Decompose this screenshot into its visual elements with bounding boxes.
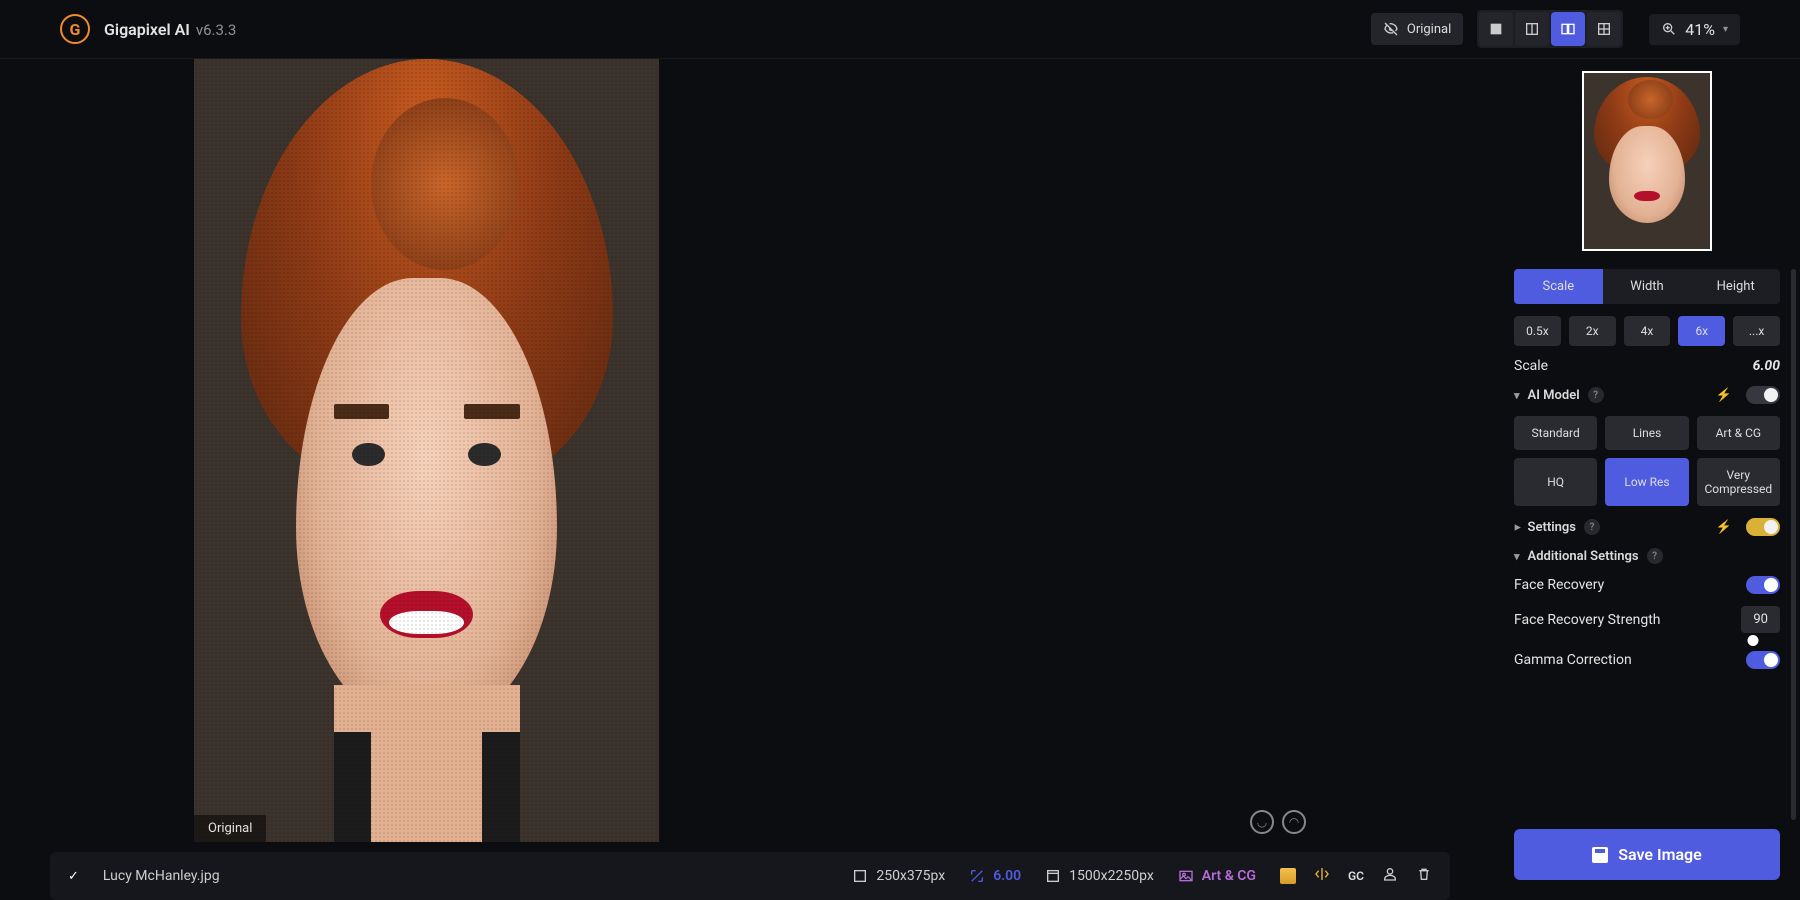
original-image-panel[interactable]: Original xyxy=(194,59,659,842)
color-profile-icon[interactable] xyxy=(1280,868,1296,884)
settings-sidebar: Scale Width Height 0.5x 2x 4x 6x ...x Sc… xyxy=(1500,59,1800,900)
top-bar: G Gigapixel AI v6.3.3 Original 41% ▾ xyxy=(0,0,1800,59)
compare-split-icon[interactable] xyxy=(1314,866,1330,886)
lightning-icon: ⚡ xyxy=(1716,520,1732,535)
gc-label: GC xyxy=(1348,869,1364,883)
navigator-thumbnail[interactable] xyxy=(1582,71,1712,251)
resize-mode-tabs: Scale Width Height xyxy=(1514,269,1780,304)
eye-off-icon xyxy=(1383,21,1399,37)
model-standard[interactable]: Standard xyxy=(1514,416,1597,450)
app-version: v6.3.3 xyxy=(196,21,236,39)
dimensions-icon xyxy=(852,868,868,884)
zoom-value: 41% xyxy=(1685,20,1715,39)
original-toggle-label: Original xyxy=(1407,22,1451,37)
scale-indicator: 6.00 xyxy=(969,868,1021,884)
tab-width[interactable]: Width xyxy=(1603,269,1692,304)
help-icon[interactable]: ? xyxy=(1647,548,1663,564)
face-recovery-row: Face Recovery xyxy=(1514,576,1780,594)
face-recovery-toggle[interactable] xyxy=(1746,576,1780,594)
scale-custom[interactable]: ...x xyxy=(1733,316,1780,346)
view-mode-group xyxy=(1477,10,1623,48)
app-name: Gigapixel AI xyxy=(104,20,190,39)
chevron-down-icon: ▾ xyxy=(1723,24,1728,35)
scale-4x[interactable]: 4x xyxy=(1624,316,1671,346)
single-pane-icon xyxy=(1488,21,1504,37)
model-grid: Standard Lines Art & CG HQ Low Res Very … xyxy=(1514,416,1780,506)
face-strength-label: Face Recovery Strength xyxy=(1514,612,1661,628)
model-very-compressed[interactable]: Very Compressed xyxy=(1697,458,1780,506)
filename-label[interactable]: Lucy McHanley.jpg xyxy=(103,868,220,884)
settings-auto-toggle[interactable] xyxy=(1746,518,1780,536)
zoom-icon xyxy=(1661,21,1677,37)
output-icon xyxy=(1045,868,1061,884)
face-strength-value[interactable]: 90 xyxy=(1741,606,1780,633)
output-dimensions: 1500x2250px xyxy=(1045,868,1154,884)
chevron-down-icon: ▾ xyxy=(1514,550,1520,563)
help-icon[interactable]: ? xyxy=(1584,519,1600,535)
scale-label: Scale xyxy=(1514,358,1548,374)
sidebar-scrollbar[interactable] xyxy=(1791,269,1796,820)
file-info-bar: ✓ Lucy McHanley.jpg 250x375px 6.00 1500x… xyxy=(50,852,1450,900)
split-vertical-icon xyxy=(1524,21,1540,37)
scale-readout: Scale 6.00 xyxy=(1514,358,1780,374)
view-sidebyside-button[interactable] xyxy=(1551,12,1585,46)
expand-icon xyxy=(969,868,985,884)
chevron-down-icon: ▾ xyxy=(1514,389,1520,402)
side-by-side-icon xyxy=(1560,21,1576,37)
tab-height[interactable]: Height xyxy=(1691,269,1780,304)
view-single-button[interactable] xyxy=(1479,12,1513,46)
save-image-button[interactable]: Save Image xyxy=(1514,829,1780,880)
settings-header[interactable]: ▾ Settings ? ⚡ xyxy=(1514,518,1780,536)
zoom-control[interactable]: 41% ▾ xyxy=(1649,14,1740,45)
chevron-right-icon: ▾ xyxy=(1510,524,1523,530)
additional-settings-header[interactable]: ▾ Additional Settings ? xyxy=(1514,548,1780,564)
tab-scale[interactable]: Scale xyxy=(1514,269,1603,304)
lightning-icon: ⚡ xyxy=(1716,388,1732,403)
gamma-label: Gamma Correction xyxy=(1514,652,1632,668)
feedback-happy-button[interactable]: ◡ xyxy=(1250,810,1274,834)
feedback-sad-button[interactable]: ◠ xyxy=(1282,810,1306,834)
gamma-row: Gamma Correction xyxy=(1514,651,1780,669)
original-label: Original xyxy=(194,815,266,842)
scale-value: 6.00 xyxy=(1753,358,1780,374)
view-grid-button[interactable] xyxy=(1587,12,1621,46)
additional-settings-label: Additional Settings xyxy=(1528,549,1639,564)
face-strength-row: Face Recovery Strength 90 xyxy=(1514,606,1780,639)
source-dimensions: 250x375px xyxy=(852,868,945,884)
scale-preset-buttons: 0.5x 2x 4x 6x ...x xyxy=(1514,316,1780,346)
app-logo: G xyxy=(60,14,90,44)
model-low-res[interactable]: Low Res xyxy=(1605,458,1688,506)
help-icon[interactable]: ? xyxy=(1588,387,1604,403)
original-toggle-button[interactable]: Original xyxy=(1371,13,1463,45)
face-recovery-label: Face Recovery xyxy=(1514,577,1604,593)
gamma-toggle[interactable] xyxy=(1746,651,1780,669)
model-art-cg[interactable]: Art & CG xyxy=(1697,416,1780,450)
ai-model-auto-toggle[interactable] xyxy=(1746,386,1780,404)
ai-model-label: AI Model xyxy=(1528,388,1580,403)
image-icon xyxy=(1178,868,1194,884)
scale-0-5x[interactable]: 0.5x xyxy=(1514,316,1561,346)
settings-label: Settings xyxy=(1528,520,1576,535)
model-lines[interactable]: Lines xyxy=(1605,416,1688,450)
feedback-icons: ◡ ◠ xyxy=(1244,810,1306,842)
ai-model-header[interactable]: ▾ AI Model ? ⚡ xyxy=(1514,386,1780,404)
app-title: Gigapixel AI v6.3.3 xyxy=(104,20,236,39)
grid-icon xyxy=(1596,21,1612,37)
person-icon[interactable] xyxy=(1382,866,1398,886)
scale-2x[interactable]: 2x xyxy=(1569,316,1616,346)
canvas-area: Original Low Resolution Updated xyxy=(0,59,1500,900)
delete-icon[interactable] xyxy=(1416,866,1432,886)
model-hq[interactable]: HQ xyxy=(1514,458,1597,506)
model-indicator: Art & CG xyxy=(1178,868,1256,884)
save-label: Save Image xyxy=(1618,845,1702,864)
view-split-button[interactable] xyxy=(1515,12,1549,46)
file-check-icon: ✓ xyxy=(68,869,79,884)
scale-6x[interactable]: 6x xyxy=(1678,316,1725,346)
save-icon xyxy=(1592,847,1608,863)
